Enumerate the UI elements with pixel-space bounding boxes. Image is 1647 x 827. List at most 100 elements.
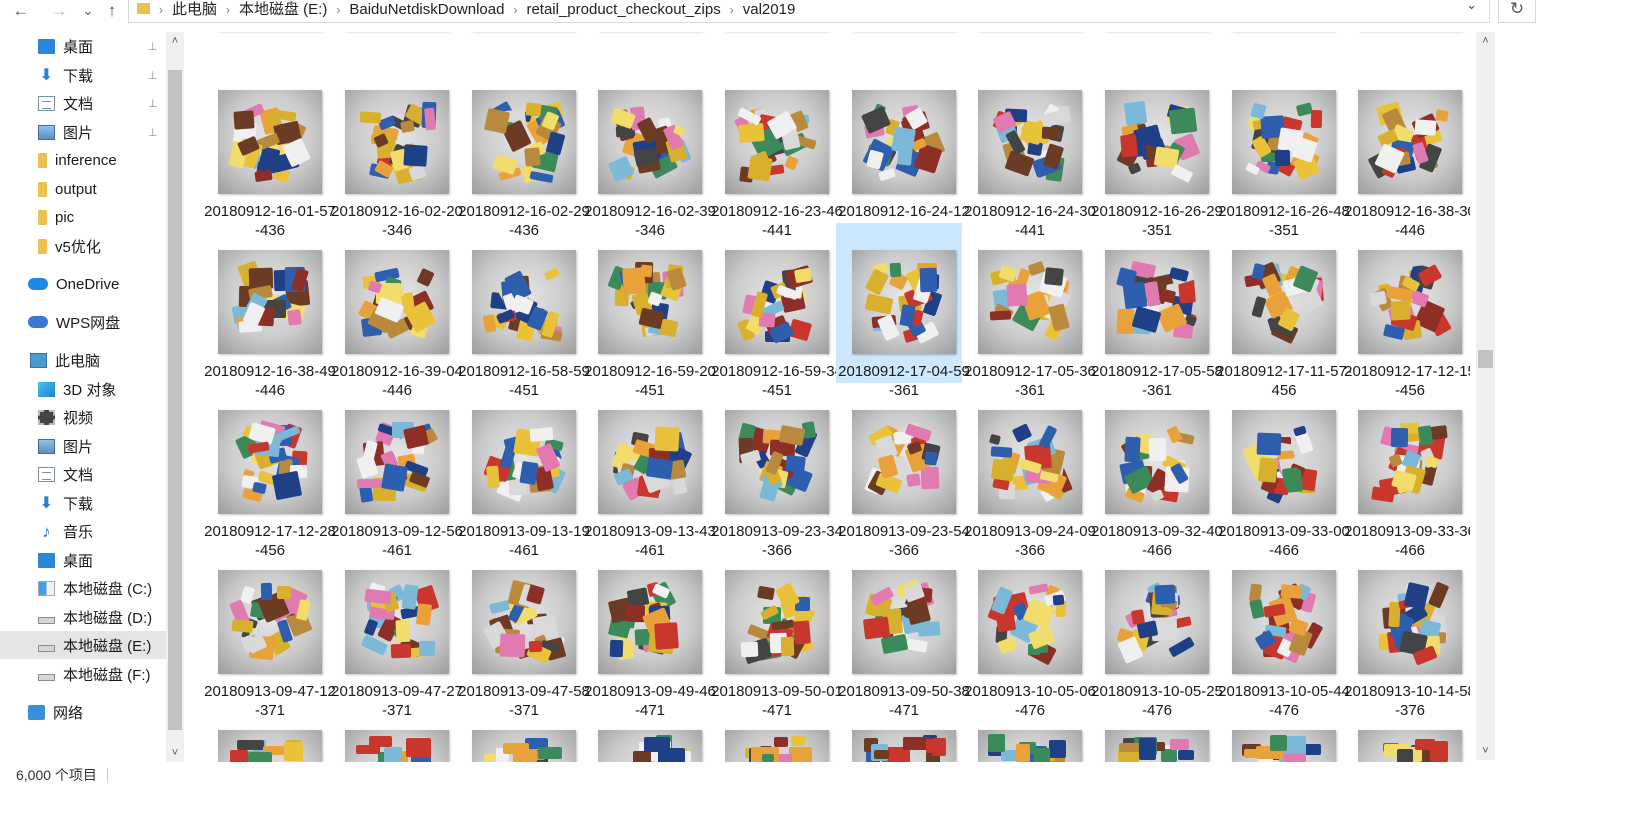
sidebar-item[interactable]: OneDrive bbox=[0, 270, 166, 298]
breadcrumb-separator-icon[interactable]: › bbox=[510, 3, 520, 17]
file-item[interactable]: 20180912-16-38-30-446 bbox=[1342, 63, 1470, 239]
breadcrumb-separator-icon[interactable]: › bbox=[727, 3, 737, 17]
file-item[interactable]: 20180912-15-36-33-341 bbox=[582, 32, 708, 60]
breadcrumb-separator-icon[interactable]: › bbox=[156, 3, 166, 17]
forward-button[interactable]: → bbox=[48, 0, 70, 22]
breadcrumb-item[interactable]: 本地磁盘 (E:) bbox=[233, 0, 333, 19]
file-item[interactable]: 20180912-16-02-39-346 bbox=[582, 63, 716, 239]
file-item[interactable]: 20180912-17-12-15-456 bbox=[1342, 223, 1470, 399]
file-item[interactable] bbox=[1216, 703, 1342, 762]
file-item[interactable]: 20180913-09-50-01-471 bbox=[709, 543, 843, 719]
sidebar-item[interactable]: WPS网盘 bbox=[0, 308, 166, 336]
file-item[interactable]: 20180912-16-02-29-436 bbox=[456, 63, 590, 239]
breadcrumb-separator-icon[interactable]: › bbox=[223, 3, 233, 17]
file-item[interactable] bbox=[1089, 703, 1215, 762]
sidebar-item[interactable]: 本地磁盘 (F:) bbox=[0, 660, 166, 688]
file-item[interactable] bbox=[329, 703, 455, 762]
file-item[interactable] bbox=[1342, 703, 1468, 762]
file-item[interactable]: 20180912-16-26-29-351 bbox=[1089, 63, 1223, 239]
path-box[interactable]: › 此电脑 › 本地磁盘 (E:) › BaiduNetdiskDownload › reta… bbox=[128, 0, 1490, 23]
sidebar-item[interactable]: output bbox=[0, 175, 166, 203]
sidebar-item[interactable]: 桌面 bbox=[0, 546, 166, 574]
breadcrumb-item[interactable]: val2019 bbox=[737, 1, 802, 18]
sidebar-item[interactable]: 本地磁盘 (E:) bbox=[0, 631, 166, 659]
file-item[interactable]: 20180913-09-47-58-371 bbox=[456, 543, 590, 719]
path-dropdown-icon[interactable]: ⌄ bbox=[1466, 0, 1477, 13]
sidebar-item[interactable]: v5优化 bbox=[0, 232, 166, 260]
file-item[interactable]: 20180913-09-24-09-366 bbox=[962, 383, 1096, 559]
file-item[interactable] bbox=[202, 703, 328, 762]
file-item[interactable]: 20180912-15-36-43-431 bbox=[709, 32, 835, 60]
breadcrumb-item[interactable]: retail_product_checkout_zips bbox=[520, 1, 726, 18]
file-item[interactable]: 20180912-17-11-57-456 bbox=[1216, 223, 1352, 399]
sidebar-item[interactable]: 此电脑 bbox=[0, 346, 166, 374]
sidebar-item[interactable]: ♪ 音乐 bbox=[0, 517, 166, 545]
file-item[interactable]: 20180913-10-05-25-476 bbox=[1089, 543, 1223, 719]
file-item[interactable]: 20180913-09-12-56-461 bbox=[329, 383, 463, 559]
file-item[interactable]: 20180912-16-59-20-451 bbox=[582, 223, 716, 399]
file-item[interactable]: 20180912-16-58-59-451 bbox=[456, 223, 590, 399]
file-item[interactable]: 20180912-16-39-04-446 bbox=[329, 223, 463, 399]
scrollbar-thumb[interactable] bbox=[1478, 350, 1493, 368]
file-item[interactable]: 20180913-09-33-36-466 bbox=[1342, 383, 1470, 559]
file-item[interactable]: 20180913-09-33-00-466 bbox=[1216, 383, 1350, 559]
sidebar-item[interactable]: 本地磁盘 (C:) bbox=[0, 574, 166, 602]
sidebar-item[interactable]: 3D 对象 bbox=[0, 375, 166, 403]
file-item[interactable]: 20180912-17-04-59-361 bbox=[836, 223, 970, 399]
file-item[interactable]: 20180913-09-13-19-461 bbox=[456, 383, 590, 559]
file-item[interactable]: 20180913-10-14-58-376 bbox=[1342, 543, 1470, 719]
file-item[interactable] bbox=[709, 703, 835, 762]
file-item[interactable]: 20180912-16-59-34-451 bbox=[709, 223, 843, 399]
sidebar-item[interactable]: 桌面 ⊥ bbox=[0, 32, 166, 60]
file-item[interactable]: 20180913-09-47-12-371 bbox=[202, 543, 336, 719]
sidebar-item[interactable]: ⬇ 下载 ⊥ bbox=[0, 61, 166, 89]
file-grid-scrollbar[interactable]: ˄ ˅ bbox=[1476, 32, 1495, 760]
file-item[interactable]: 20180913-09-49-46-471 bbox=[582, 543, 716, 719]
sidebar-item[interactable]: 图片 ⊥ bbox=[0, 118, 166, 146]
file-item[interactable]: 20180912-16-26-48-351 bbox=[1216, 63, 1350, 239]
file-item[interactable]: 20180912-15-36-54-341 bbox=[836, 32, 962, 60]
file-item[interactable] bbox=[836, 703, 962, 762]
file-item[interactable]: 20180912-16-01-39-436 bbox=[1216, 32, 1342, 60]
file-item[interactable]: 20180913-09-32-40-466 bbox=[1089, 383, 1223, 559]
back-button[interactable]: ← bbox=[10, 0, 32, 22]
file-item[interactable]: 20180913-09-47-27-371 bbox=[329, 543, 463, 719]
file-item[interactable]: 20180912-16-24-30-441 bbox=[962, 63, 1096, 239]
file-item[interactable]: 20180913-09-50-38-471 bbox=[836, 543, 970, 719]
file-item[interactable]: 20180912-16-23-46-441 bbox=[709, 63, 843, 239]
scroll-down-arrow-icon[interactable]: ˅ bbox=[166, 744, 184, 762]
file-item[interactable] bbox=[456, 703, 582, 762]
scroll-up-arrow-icon[interactable]: ˄ bbox=[1476, 32, 1495, 50]
file-item[interactable]: 20180912-16-01-49-346 bbox=[1342, 32, 1468, 60]
file-item[interactable] bbox=[962, 703, 1088, 762]
up-button[interactable]: ↑ bbox=[102, 0, 122, 22]
breadcrumb-item[interactable]: BaiduNetdiskDownload bbox=[343, 1, 510, 18]
file-item[interactable]: 20180912-15-37-21-341 bbox=[1089, 32, 1215, 60]
sidebar-item[interactable]: 本地磁盘 (D:) bbox=[0, 603, 166, 631]
sidebar-item[interactable]: inference bbox=[0, 146, 166, 174]
file-item[interactable]: 20180912-15-36-57-431 bbox=[962, 32, 1088, 60]
file-item[interactable]: 20180913-09-23-34-366 bbox=[709, 383, 843, 559]
file-item[interactable]: 20180912-15-16-57-426 bbox=[329, 32, 455, 60]
sidebar-item[interactable]: 视频 bbox=[0, 403, 166, 431]
refresh-button[interactable]: ↻ bbox=[1498, 0, 1536, 23]
file-item[interactable]: 20180912-16-38-49-446 bbox=[202, 223, 336, 399]
file-item[interactable]: 20180912-17-05-36-361 bbox=[962, 223, 1096, 399]
file-item[interactable]: 20180912-16-01-57-436 bbox=[202, 63, 336, 239]
scroll-up-arrow-icon[interactable]: ˄ bbox=[166, 32, 184, 50]
scroll-down-arrow-icon[interactable]: ˅ bbox=[1476, 742, 1495, 760]
sidebar-item[interactable]: pic bbox=[0, 203, 166, 231]
file-item[interactable]: 20180912-15-36-22-431 bbox=[456, 32, 582, 60]
file-item[interactable] bbox=[582, 703, 708, 762]
file-item[interactable]: 20180913-10-05-44-476 bbox=[1216, 543, 1350, 719]
file-item[interactable]: 20180912-17-12-28-456 bbox=[202, 383, 336, 559]
file-item[interactable]: 20180912-17-05-58-361 bbox=[1089, 223, 1223, 399]
file-item[interactable]: 20180912-14-55-23-336 bbox=[202, 32, 328, 60]
file-item[interactable]: 20180912-16-24-12-441 bbox=[836, 63, 970, 239]
sidebar-item[interactable]: 图片 bbox=[0, 432, 166, 460]
recent-locations-button[interactable]: ⌄ bbox=[80, 0, 96, 22]
sidebar-item[interactable]: 网络 bbox=[0, 698, 166, 726]
file-item[interactable]: 20180913-09-23-54-366 bbox=[836, 383, 970, 559]
sidebar-item[interactable]: ⬇ 下载 bbox=[0, 489, 166, 517]
breadcrumb-item[interactable]: 此电脑 bbox=[166, 0, 223, 19]
